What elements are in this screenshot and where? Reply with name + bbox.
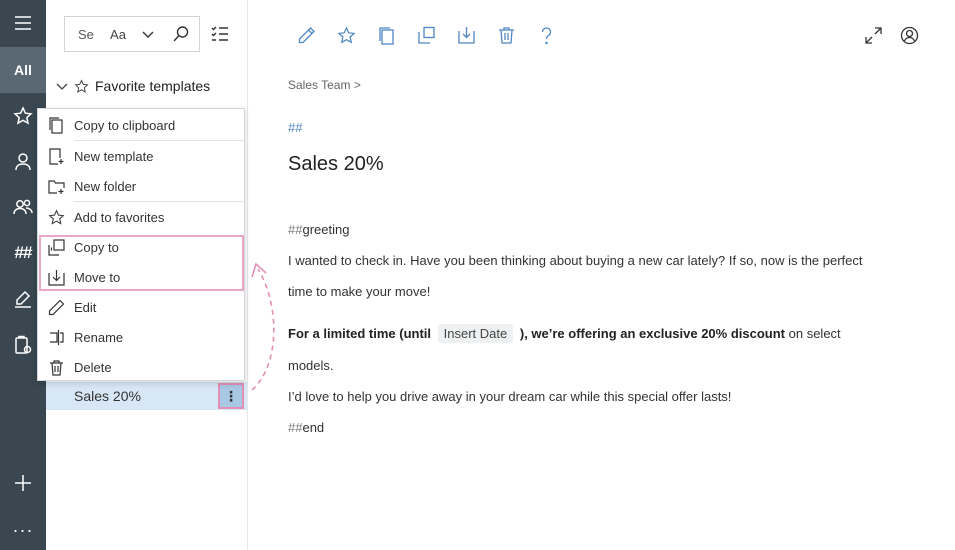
trash-icon xyxy=(498,26,514,44)
delete-button[interactable] xyxy=(495,24,517,46)
menu-item-label: Add to favorites xyxy=(74,209,165,225)
greeting-word: greeting xyxy=(302,222,350,237)
greeting-placeholder: ##greeting xyxy=(288,222,349,237)
multi-select-button[interactable] xyxy=(210,24,230,44)
hash-marker: ## xyxy=(288,222,303,237)
bold-text: For a limited time (until xyxy=(288,326,432,341)
expand-icon xyxy=(864,26,882,44)
body-line: models. xyxy=(288,358,334,373)
clipboard-gear-icon xyxy=(15,335,32,354)
menu-item-rename[interactable]: Rename xyxy=(38,322,244,352)
menu-item-label: Rename xyxy=(74,329,124,345)
move-to-button[interactable] xyxy=(455,24,477,46)
menu-item-new-folder[interactable]: New folder xyxy=(38,171,244,201)
hamburger-icon xyxy=(15,16,31,30)
person-icon xyxy=(15,153,31,171)
search-button[interactable] xyxy=(163,25,199,43)
favorite-button[interactable] xyxy=(335,24,357,46)
list-item-selected[interactable]: Sales 20% ⋮ xyxy=(46,382,247,410)
search-icon xyxy=(173,26,189,42)
match-case-toggle[interactable]: Aa xyxy=(103,27,133,42)
rail-hash-label: ## xyxy=(14,243,33,262)
kebab-icon: ⋮ xyxy=(224,387,238,404)
rail-add-button[interactable] xyxy=(0,460,46,506)
people-icon xyxy=(13,199,33,215)
new-folder-icon xyxy=(47,179,65,194)
menu-item-label: New template xyxy=(74,148,154,164)
copy-button[interactable] xyxy=(375,24,397,46)
menu-item-edit[interactable]: Edit xyxy=(38,292,244,322)
star-icon xyxy=(48,208,64,225)
copy-icon xyxy=(378,26,394,45)
highlight-frame xyxy=(39,235,244,291)
hash-marker: ## xyxy=(288,420,303,435)
menu-item-label: Delete xyxy=(74,359,112,375)
expand-button[interactable] xyxy=(862,24,884,46)
body-line: I wanted to check in. Have you been thin… xyxy=(288,253,863,268)
new-template-icon xyxy=(48,147,63,165)
favorites-label: Favorite templates xyxy=(95,78,211,94)
hamburger-menu-button[interactable] xyxy=(0,0,46,46)
clipboard-copy-icon xyxy=(48,116,63,134)
menu-item-label: Copy to clipboard xyxy=(74,117,176,133)
offer-line: For a limited time (until Insert Date ),… xyxy=(288,324,841,343)
checklist-icon xyxy=(211,26,228,41)
account-button[interactable] xyxy=(898,24,920,46)
copy-to-icon xyxy=(417,26,435,44)
star-icon xyxy=(336,25,356,44)
rename-icon xyxy=(49,329,64,345)
signature-icon xyxy=(15,290,31,308)
menu-item-new-template[interactable]: New template xyxy=(38,141,244,171)
bold-text: ), we’re offering an exclusive 20% disco… xyxy=(519,326,785,341)
move-to-icon xyxy=(457,26,475,44)
search-input[interactable]: Se xyxy=(65,27,103,42)
hashtag-field[interactable]: ## xyxy=(288,120,302,135)
plus-icon xyxy=(15,475,31,491)
menu-item-label: Edit xyxy=(74,299,97,315)
context-menu: Copy to clipboard New template New folde… xyxy=(37,108,245,381)
rail-all-button[interactable]: All xyxy=(0,47,46,93)
pencil-icon xyxy=(48,299,64,315)
breadcrumb[interactable]: Sales Team > xyxy=(288,78,361,92)
account-icon xyxy=(900,26,918,44)
copy-to-button[interactable] xyxy=(415,24,437,46)
body-line: time to make your move! xyxy=(288,284,431,299)
more-dots-icon: ··· xyxy=(12,519,34,540)
rail-all-label: All xyxy=(14,62,32,78)
list-item-label: Sales 20% xyxy=(74,388,141,404)
insert-date-chip[interactable]: Insert Date xyxy=(437,324,514,343)
menu-item-add-to-favorites[interactable]: Add to favorites xyxy=(38,202,244,232)
search-options-dropdown[interactable] xyxy=(133,27,163,41)
pencil-icon xyxy=(298,26,315,43)
search-box[interactable]: Se Aa xyxy=(64,16,200,52)
favorites-folder[interactable]: Favorite templates xyxy=(56,76,210,96)
help-button[interactable] xyxy=(535,24,557,46)
end-placeholder: ##end xyxy=(288,420,324,435)
chevron-down-icon xyxy=(142,31,154,38)
edit-button[interactable] xyxy=(295,24,317,46)
page-title: Sales 20% xyxy=(288,153,384,175)
chevron-down-icon xyxy=(56,83,68,90)
body-line: I’d love to help you drive away in your … xyxy=(288,389,732,404)
star-icon xyxy=(74,78,89,93)
menu-item-delete[interactable]: Delete xyxy=(38,352,244,382)
menu-item-label: New folder xyxy=(74,178,137,194)
menu-item-copy-to-clipboard[interactable]: Copy to clipboard xyxy=(38,110,244,140)
end-word: end xyxy=(302,420,325,435)
star-icon xyxy=(13,106,33,125)
offer-tail: on select xyxy=(788,326,841,341)
rail-more-button[interactable]: ··· xyxy=(0,507,46,550)
trash-icon xyxy=(49,359,63,376)
help-icon xyxy=(541,26,551,44)
